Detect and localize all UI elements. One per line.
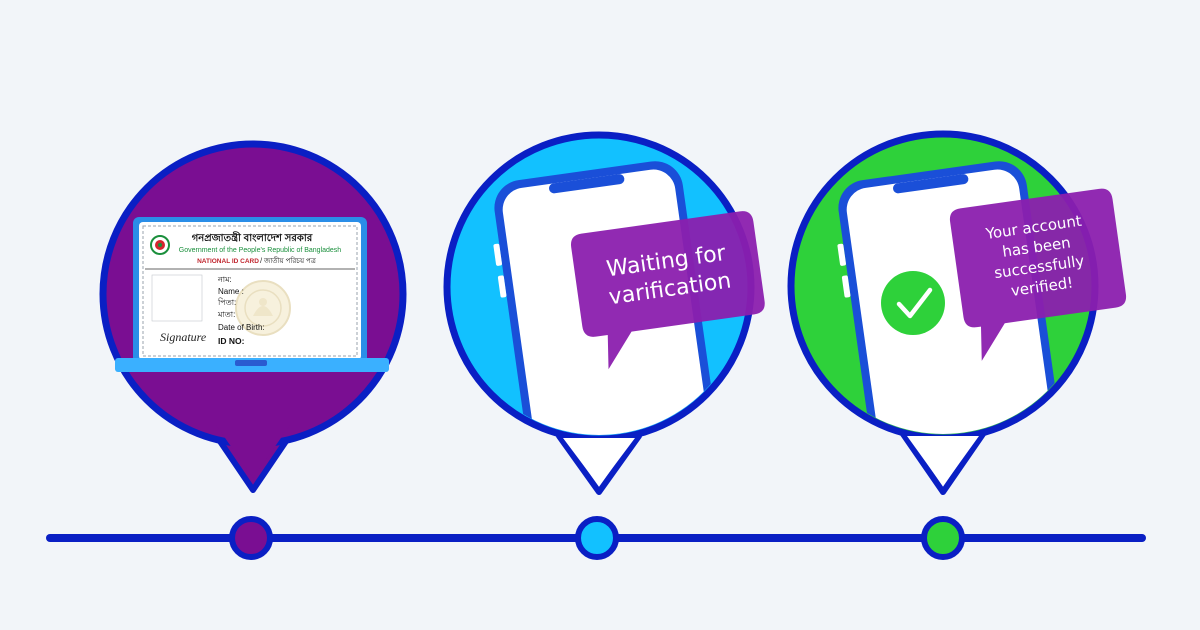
timeline-dot-waiting xyxy=(575,516,619,560)
id-field-dob: Date of Birth: xyxy=(218,323,265,332)
id-header-bn: গনপ্রজাতন্ত্রী বাংলাদেশ সরকার xyxy=(192,230,313,244)
check-icon xyxy=(881,271,945,335)
id-card-label-bn: / জাতীয় পরিচয় পত্র xyxy=(260,256,317,265)
id-signature: Signature xyxy=(160,330,207,344)
id-field-name: Name : xyxy=(218,287,244,296)
verification-flow-diagram: গনপ্রজাতন্ত্রী বাংলাদেশ সরকার Government… xyxy=(46,130,1146,560)
step-verified-pin: Your account has been successfully verif… xyxy=(787,130,1127,495)
bangladesh-emblem-icon xyxy=(150,235,170,255)
step-waiting-pin: Waiting for varification xyxy=(443,131,765,495)
timeline xyxy=(46,516,1146,560)
step-id-card-pin: গনপ্রজাতন্ত্রী বাংলাদেশ সরকার Government… xyxy=(99,140,407,493)
timeline-dot-id-card xyxy=(229,516,273,560)
national-id-card: গনপ্রজাতন্ত্রী বাংলাদেশ সরকার Government… xyxy=(142,225,358,357)
id-field-name-bn: নাম: xyxy=(217,275,232,284)
id-field-id: ID NO: xyxy=(218,336,245,346)
timeline-dot-verified xyxy=(921,516,965,560)
id-card-label: NATIONAL ID CARD xyxy=(197,258,259,265)
id-field-father: পিতা: xyxy=(217,298,236,307)
id-field-mother: মাতা: xyxy=(217,310,235,319)
id-header-en: Government of the People's Republic of B… xyxy=(179,247,342,254)
